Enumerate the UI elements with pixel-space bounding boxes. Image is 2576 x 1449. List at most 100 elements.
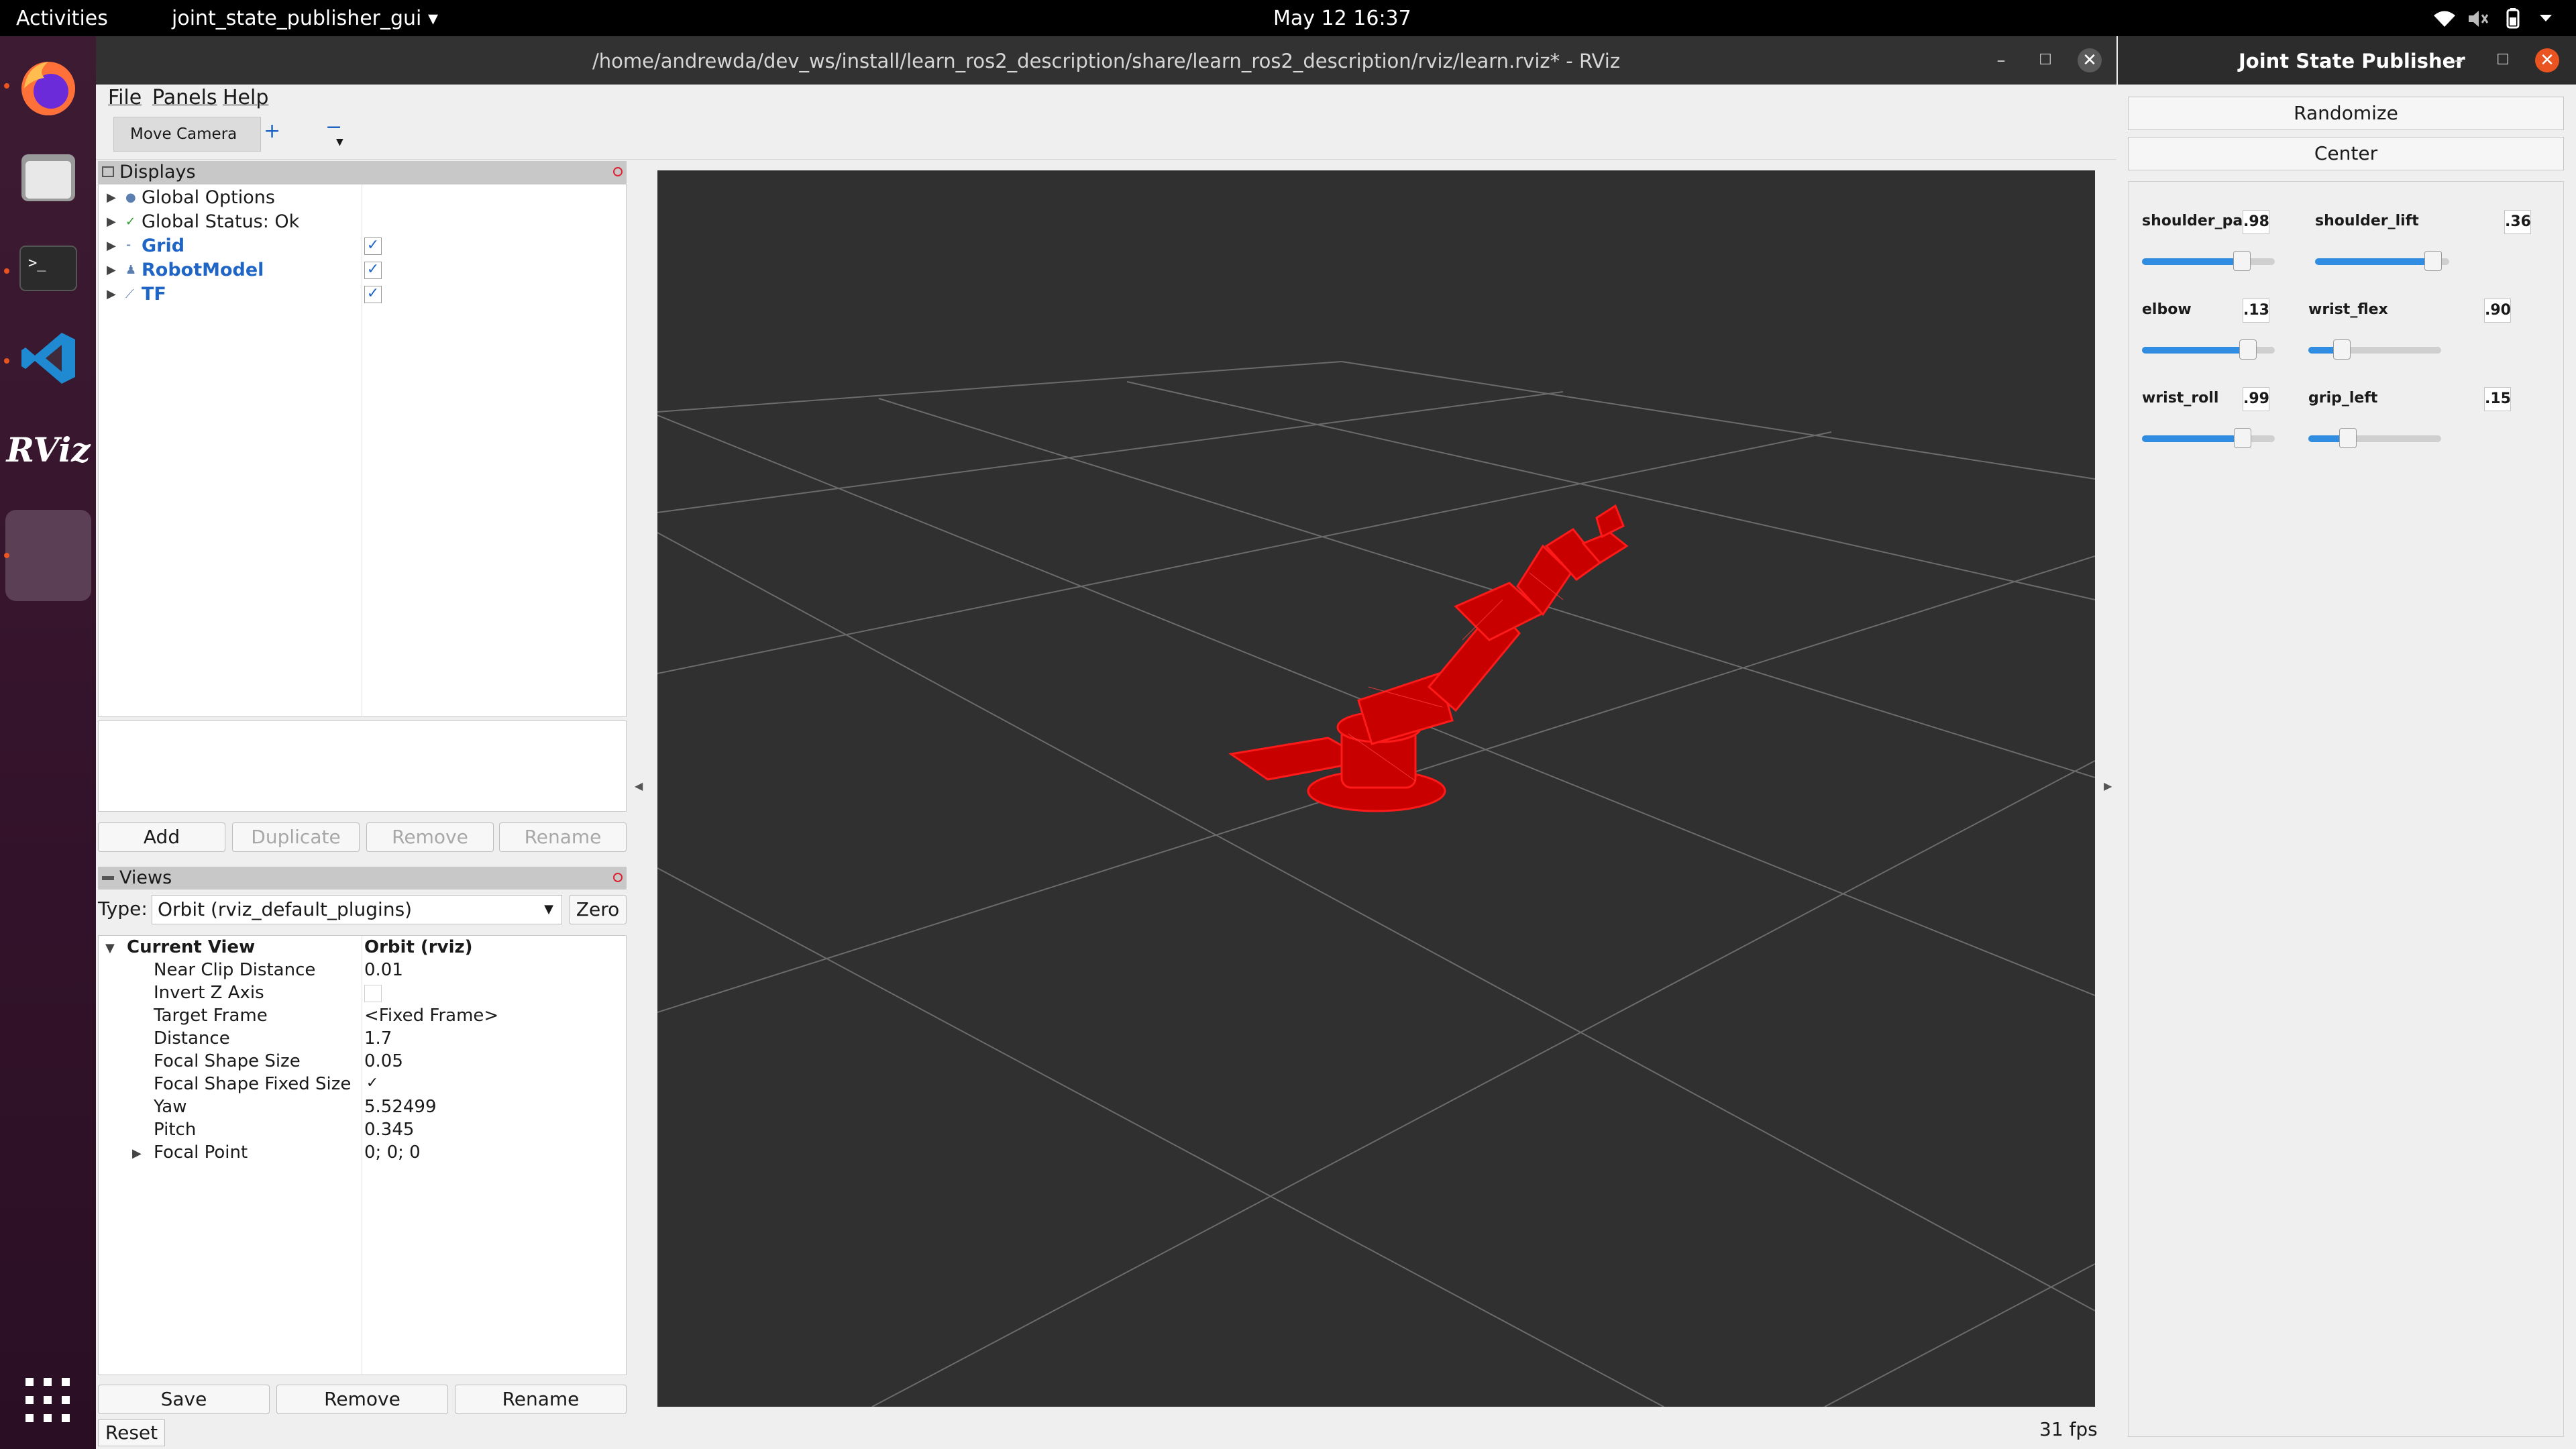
joint-value-field[interactable]: .90 bbox=[2484, 299, 2511, 323]
activities-button[interactable]: Activities bbox=[16, 7, 108, 30]
menu-help[interactable]: Help bbox=[223, 86, 268, 109]
expand-arrow-icon[interactable]: ▼ bbox=[105, 941, 115, 955]
joint-slider[interactable] bbox=[2308, 428, 2441, 448]
add-tool-button[interactable]: + bbox=[264, 119, 280, 143]
display-item[interactable]: ▶ ● Global Options bbox=[99, 186, 622, 210]
rename-view-button[interactable]: Rename bbox=[455, 1385, 627, 1414]
view-property-value[interactable]: <Fixed Frame> bbox=[364, 1004, 498, 1027]
joint-slider-thumb[interactable] bbox=[2332, 339, 2351, 360]
reset-button[interactable]: Reset bbox=[98, 1419, 165, 1446]
menu-file[interactable]: File bbox=[108, 86, 142, 109]
dock-terminal[interactable]: >_ bbox=[15, 235, 82, 302]
joint-value-field[interactable]: .15 bbox=[2484, 387, 2511, 411]
expand-arrow-icon[interactable]: ▶ bbox=[107, 234, 116, 258]
expand-arrow-icon[interactable]: ▶ bbox=[107, 282, 116, 307]
battery-icon[interactable] bbox=[2502, 8, 2526, 30]
dock-firefox[interactable] bbox=[15, 55, 82, 122]
view-property-value[interactable]: 1.7 bbox=[364, 1027, 392, 1050]
joint-value-field[interactable]: .99 bbox=[2243, 387, 2269, 411]
display-item[interactable]: ▶ ⟋ TF ✓ bbox=[99, 282, 622, 307]
joint-slider-thumb[interactable] bbox=[2424, 251, 2442, 271]
joint-value-field[interactable]: .98 bbox=[2243, 210, 2269, 234]
joint-slider-thumb[interactable] bbox=[2239, 339, 2257, 360]
remove-display-button[interactable]: Remove bbox=[366, 822, 494, 852]
wifi-icon[interactable] bbox=[2432, 9, 2457, 28]
view-property-checkbox[interactable] bbox=[364, 985, 382, 1002]
joint-slider-thumb[interactable] bbox=[2234, 428, 2252, 448]
view-type-select[interactable]: Orbit (rviz_default_plugins) ▼ bbox=[152, 895, 562, 924]
dock-running-app[interactable] bbox=[5, 510, 91, 601]
app-menu[interactable]: joint_state_publisher_gui ▾ bbox=[172, 7, 438, 30]
save-view-button[interactable]: Save bbox=[98, 1385, 270, 1414]
jsp-titlebar[interactable]: Joint State Publisher – ☐ ✕ bbox=[2118, 36, 2576, 85]
zero-button[interactable]: Zero bbox=[569, 895, 627, 924]
splitter-left-handle[interactable]: ◀ bbox=[635, 780, 643, 792]
randomize-button[interactable]: Randomize bbox=[2128, 97, 2564, 130]
duplicate-display-button[interactable]: Duplicate bbox=[232, 822, 360, 852]
joint-slider[interactable] bbox=[2308, 339, 2441, 360]
display-enable-checkbox[interactable]: ✓ bbox=[364, 237, 382, 255]
display-description bbox=[98, 720, 627, 812]
view-property-value[interactable]: 0.345 bbox=[364, 1118, 414, 1141]
display-enable-checkbox[interactable]: ✓ bbox=[364, 262, 382, 279]
maximize-icon[interactable]: ☐ bbox=[2491, 48, 2515, 72]
show-applications-icon[interactable] bbox=[25, 1378, 70, 1422]
displays-tree[interactable]: ▶ ● Global Options ▶ ✓ Global Status: Ok ▶ ⁃ Gri… bbox=[98, 184, 627, 718]
view-properties[interactable]: ▼ Current View Orbit (rviz) Near Clip Di… bbox=[98, 935, 627, 1376]
expand-arrow-icon[interactable]: ▶ bbox=[107, 258, 116, 282]
view-property-value[interactable]: 5.52499 bbox=[364, 1095, 437, 1118]
jsp-window-title: Joint State Publisher bbox=[2239, 50, 2465, 72]
dock-rviz[interactable]: RViz bbox=[6, 416, 90, 483]
rviz-titlebar[interactable]: /home/andrewda/dev_ws/install/learn_ros2… bbox=[96, 36, 2116, 85]
remove-view-button[interactable]: Remove bbox=[276, 1385, 448, 1414]
add-display-button[interactable]: Add bbox=[98, 822, 225, 852]
view-property-name: Focal Point bbox=[154, 1142, 248, 1163]
joint-slider[interactable] bbox=[2142, 251, 2275, 271]
display-item[interactable]: ▶ ✓ Global Status: Ok bbox=[99, 210, 622, 234]
volume-icon[interactable] bbox=[2467, 9, 2490, 28]
expand-arrow-icon[interactable]: ▶ bbox=[132, 1146, 142, 1161]
display-item[interactable]: ▶ ⁃ Grid ✓ bbox=[99, 234, 622, 258]
expand-arrow-icon[interactable]: ▶ bbox=[107, 186, 116, 210]
view-property-checkbox[interactable]: ✓ bbox=[364, 1076, 380, 1092]
joint-slider[interactable] bbox=[2142, 428, 2275, 448]
close-icon[interactable] bbox=[613, 167, 623, 176]
views-panel-header[interactable]: Views bbox=[98, 867, 627, 890]
firefox-icon bbox=[21, 62, 75, 115]
close-icon[interactable]: ✕ bbox=[2078, 48, 2102, 72]
close-icon[interactable] bbox=[613, 873, 623, 882]
view-property-value[interactable]: 0; 0; 0 bbox=[364, 1141, 421, 1164]
clock[interactable]: May 12 16:37 bbox=[1273, 7, 1411, 30]
chevron-down-icon[interactable]: ▼ bbox=[336, 137, 343, 148]
close-icon[interactable]: ✕ bbox=[2535, 48, 2559, 72]
expand-arrow-icon[interactable]: ▶ bbox=[107, 210, 116, 234]
joint-value-field[interactable]: .36 bbox=[2504, 210, 2531, 234]
view-property-value[interactable]: 0.05 bbox=[364, 1050, 403, 1073]
maximize-icon[interactable]: ☐ bbox=[2033, 48, 2057, 72]
joint-slider-thumb[interactable] bbox=[2233, 251, 2251, 271]
dock-files[interactable] bbox=[15, 144, 82, 211]
splitter-right-handle[interactable]: ▶ bbox=[2104, 780, 2112, 792]
center-button[interactable]: Center bbox=[2128, 137, 2564, 170]
minimize-icon[interactable]: – bbox=[2447, 48, 2471, 72]
move-camera-tool[interactable]: Move Camera bbox=[113, 117, 261, 152]
joint-slider[interactable] bbox=[2142, 339, 2275, 360]
joint-slider-thumb[interactable] bbox=[2339, 428, 2357, 448]
render-viewport[interactable] bbox=[657, 170, 2096, 1407]
minimize-icon[interactable]: – bbox=[1989, 48, 2013, 72]
joint-value-field[interactable]: .13 bbox=[2243, 299, 2269, 323]
display-item[interactable]: ▶ ♟ RobotModel ✓ bbox=[99, 258, 622, 282]
display-enable-checkbox[interactable]: ✓ bbox=[364, 286, 382, 303]
view-property-value[interactable]: 0.01 bbox=[364, 959, 403, 981]
joint-name: wrist_flex bbox=[2308, 301, 2388, 318]
displays-panel-header[interactable]: Displays bbox=[98, 161, 627, 184]
joint-slider[interactable] bbox=[2315, 251, 2449, 271]
chevron-down-icon[interactable] bbox=[2538, 12, 2553, 24]
menu-panels[interactable]: Panels bbox=[152, 86, 217, 109]
joint-name: shoulder_pan bbox=[2142, 213, 2253, 229]
files-icon bbox=[21, 154, 75, 201]
display-type-icon: ⁃ bbox=[125, 239, 131, 253]
rename-display-button[interactable]: Rename bbox=[499, 822, 627, 852]
remove-tool-button[interactable]: − bbox=[325, 115, 342, 139]
dock-vscode[interactable] bbox=[15, 325, 82, 392]
